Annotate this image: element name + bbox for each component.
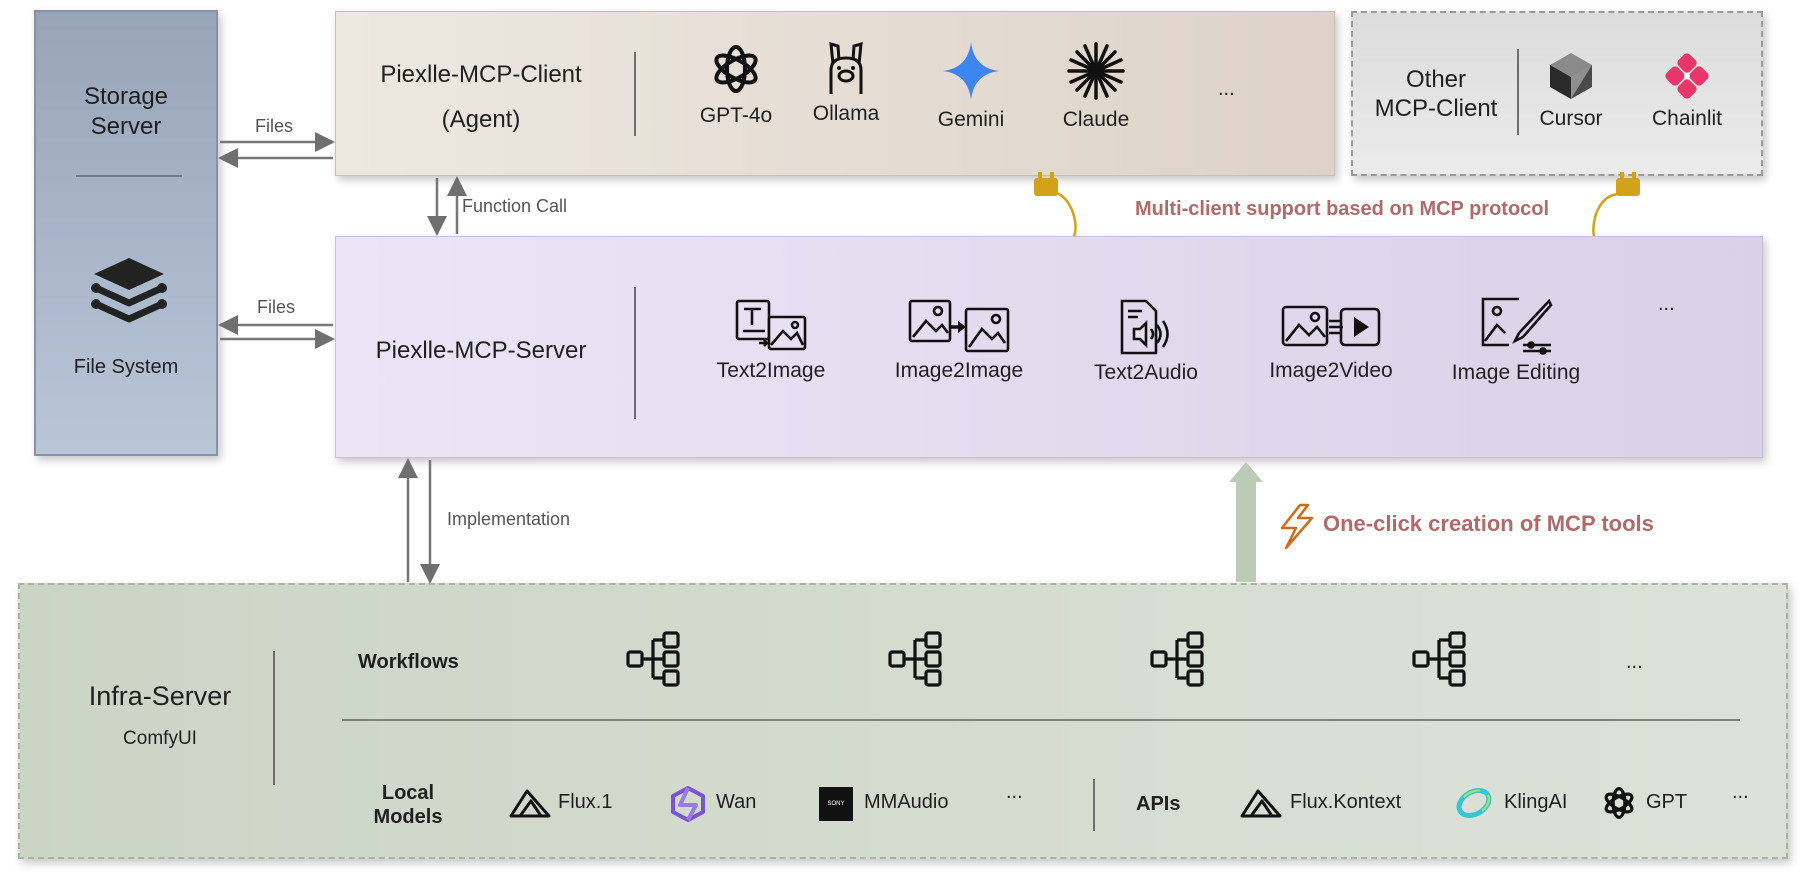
one-click-up-arrow	[1229, 462, 1263, 582]
function-call-label: Function Call	[462, 196, 568, 216]
lightning-icon	[1280, 503, 1314, 550]
one-click-annotation: One-click creation of MCP tools	[1323, 511, 1654, 536]
files-label-mid: Files	[257, 297, 296, 317]
files-label-top: Files	[255, 116, 294, 136]
implementation-label: Implementation	[447, 509, 571, 529]
plug-cable-icon	[1592, 172, 1640, 237]
plug-cable-icon	[1034, 172, 1077, 237]
multi-client-annotation: Multi-client support based on MCP protoc…	[1135, 198, 1550, 220]
